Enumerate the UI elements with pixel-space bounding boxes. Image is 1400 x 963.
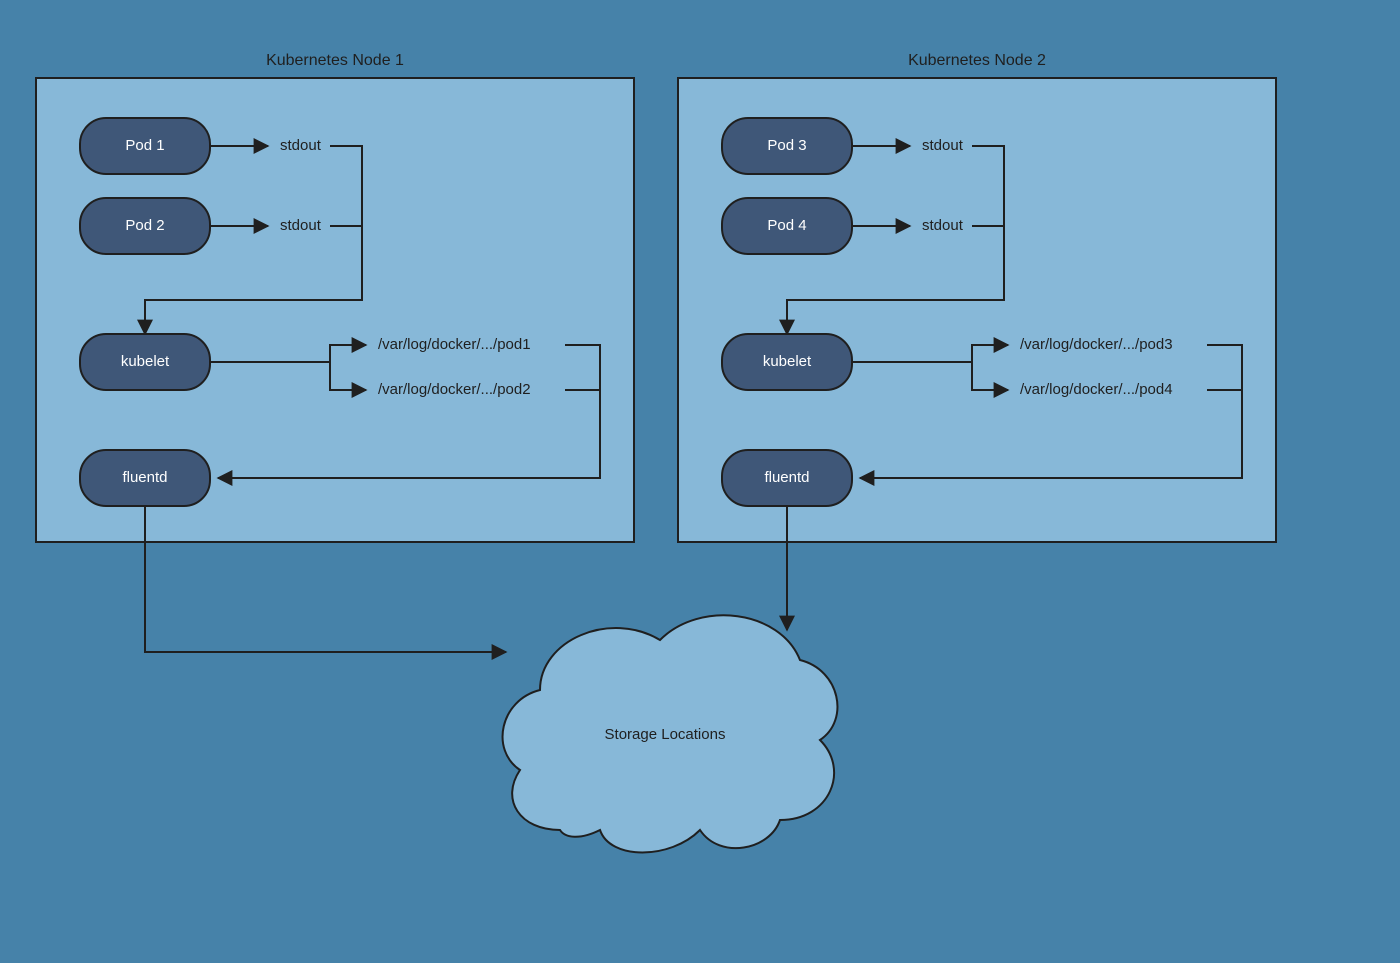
storage-label: Storage Locations [605, 726, 726, 743]
fluentd2-label: fluentd [764, 469, 809, 486]
pod3-label: Pod 3 [767, 137, 806, 154]
kubernetes-node-1: Kubernetes Node 1 Pod 1 Pod 2 stdout std… [36, 52, 634, 542]
kubernetes-node-2: Kubernetes Node 2 Pod 3 Pod 4 stdout std… [678, 52, 1276, 542]
pod2-stdout-text: stdout [280, 217, 322, 234]
logpath2-text: /var/log/docker/.../pod2 [378, 381, 531, 398]
pod2-label: Pod 2 [125, 217, 164, 234]
logpath1-text: /var/log/docker/.../pod1 [378, 336, 531, 353]
node1-title: Kubernetes Node 1 [266, 52, 404, 69]
logpath3-text: /var/log/docker/.../pod3 [1020, 336, 1173, 353]
pod3-stdout-text: stdout [922, 137, 964, 154]
logpath4-text: /var/log/docker/.../pod4 [1020, 381, 1173, 398]
node2-title: Kubernetes Node 2 [908, 52, 1046, 69]
pod1-stdout-text: stdout [280, 137, 322, 154]
pod4-stdout-text: stdout [922, 217, 964, 234]
kubelet2-label: kubelet [763, 353, 812, 370]
pod1-label: Pod 1 [125, 137, 164, 154]
storage-cloud: Storage Locations [503, 615, 838, 852]
pod4-label: Pod 4 [767, 217, 806, 234]
kubelet1-label: kubelet [121, 353, 170, 370]
fluentd1-label: fluentd [122, 469, 167, 486]
